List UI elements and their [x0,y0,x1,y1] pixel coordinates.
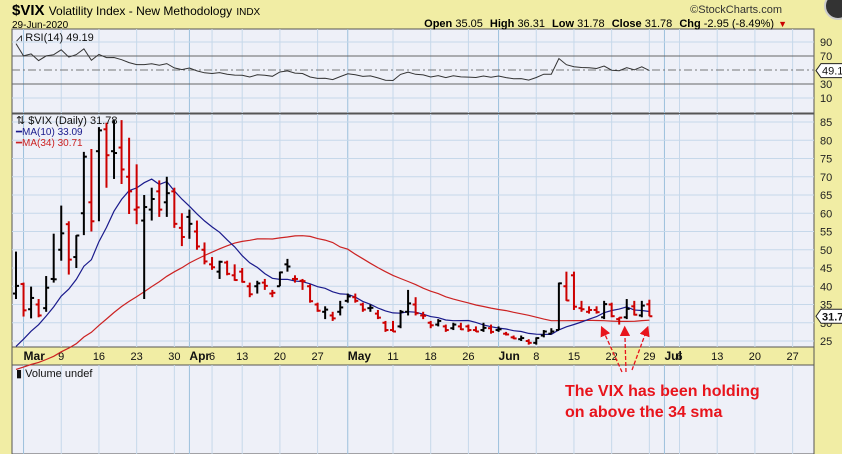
chart-title: $VIX Volatility Index - New Methodology … [12,2,260,19]
price-tick-label: 60 [820,208,832,220]
rsi-tick-label: 70 [820,51,832,63]
price-label: ⇅ $VIX (Daily) 31.78 [16,115,118,127]
down-arrow-icon: ▼ [778,19,787,29]
ma10-legend: ━MA(10) 33.09 [15,127,83,138]
date-tick-label: May [348,349,372,363]
price-tick-label: 50 [820,245,832,257]
ohlc-summary: Open 35.05 High 36.31 Low 31.78 Close 31… [424,18,791,30]
close-value: 31.78 [644,18,673,30]
date-tick-label: Apr [189,349,210,363]
open-label: Open [424,18,453,30]
change-label: Chg [679,18,701,30]
volume-label: ▮ Volume undef [16,368,93,380]
price-tick-label: 55 [820,227,832,239]
change-value: -2.95 (-8.49%) [703,18,775,30]
date-tick-label: 27 [786,351,798,363]
rsi-tick-label: 10 [820,93,832,105]
high-label: High [489,18,515,30]
chart-date: 29-Jun-2020 [12,20,69,31]
date-tick-label: 13 [236,351,248,363]
price-tick-label: 85 [820,117,832,129]
date-tick-label: 23 [131,351,143,363]
rsi-tick-label: 30 [820,79,832,91]
rsi-tick-label: 90 [820,37,832,49]
date-tick-label: 26 [462,351,474,363]
annotation-line-1: The VIX has been holding [565,383,760,400]
date-tick-label: 6 [676,351,682,363]
date-tick-label: 6 [209,351,215,363]
date-tick-label: 22 [606,351,618,363]
date-tick-label: 27 [311,351,323,363]
date-tick-label: 18 [425,351,437,363]
annotation-line-2: on above the 34 sma [565,404,723,421]
rsi-label: ⩘ RSI(14) 49.19 [16,32,94,44]
high-value: 36.31 [517,18,545,30]
copyright[interactable]: ©StockCharts.com [690,4,782,16]
price-tick-label: 40 [820,281,832,293]
exchange: INDX [236,7,261,18]
low-label: Low [552,18,575,30]
ma34-legend: ━MA(34) 30.71 [15,138,83,149]
symbol: $VIX [12,2,45,19]
price-tick-label: 75 [820,154,832,166]
date-tick-label: 15 [568,351,580,363]
price-tick-label: 25 [820,336,832,348]
price-value-tag: 31.78 [822,311,842,323]
price-tick-label: 70 [820,172,832,184]
date-tick-label: 8 [533,351,539,363]
annotation-text: The VIX has been holding on above the 34… [565,381,760,423]
date-tick-label: Jun [499,349,520,363]
date-tick-label: 29 [643,351,655,363]
date-tick-label: 30 [168,351,180,363]
open-value: 35.05 [455,18,483,30]
price-tick-label: 65 [820,190,832,202]
low-value: 31.78 [577,18,605,30]
date-tick-label: 20 [274,351,286,363]
rsi-value-tag: 49.19 [822,66,842,78]
close-label: Close [611,18,642,30]
price-tick-label: 80 [820,135,832,147]
date-tick-label: 20 [749,351,761,363]
price-tick-label: 45 [820,263,832,275]
date-tick-label: 16 [93,351,105,363]
date-tick-label: 11 [387,351,398,363]
index-name: Volatility Index - New Methodology [48,4,233,18]
date-tick-label: 13 [711,351,723,363]
